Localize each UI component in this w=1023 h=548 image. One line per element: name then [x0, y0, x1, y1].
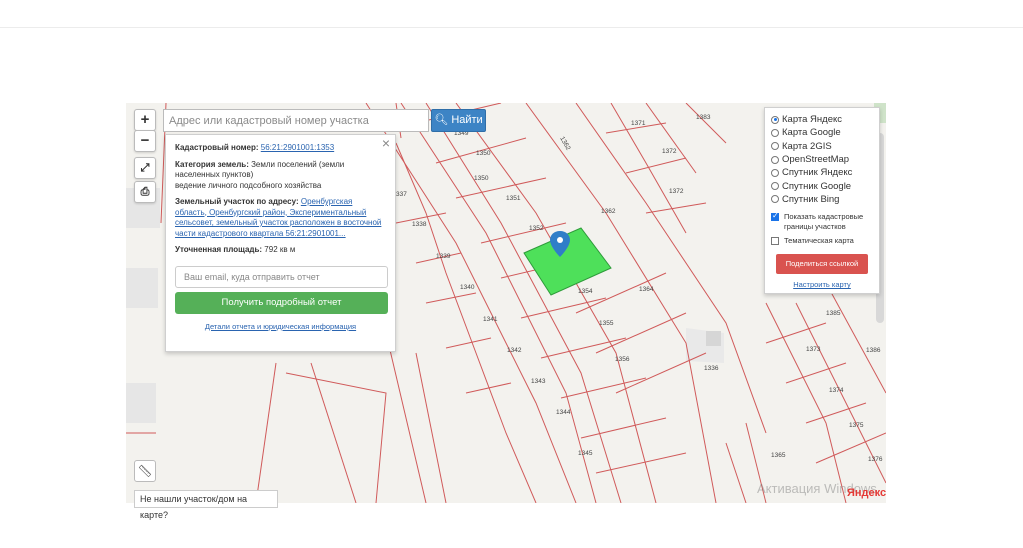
show-boundaries-checkbox-row[interactable]: Показать кадастровые границы участков: [771, 211, 873, 232]
layer-option-yandex-map[interactable]: Карта Яндекс: [771, 113, 873, 126]
svg-text:1345: 1345: [578, 450, 593, 457]
svg-text:1352: 1352: [529, 225, 544, 232]
address-label: Земельный участок по адресу:: [175, 197, 299, 206]
search-button[interactable]: 🔍︎ Найти: [431, 109, 486, 132]
show-boundaries-label: Показать кадастровые границы участков: [784, 212, 864, 232]
search-icon: 🔍︎: [434, 114, 449, 126]
layer-label: Спутник Google: [782, 180, 852, 192]
svg-text:1362: 1362: [601, 208, 616, 215]
layer-label: Карта Яндекс: [782, 114, 843, 126]
svg-text:1336: 1336: [704, 365, 719, 372]
layer-label: Карта 2GIS: [782, 140, 832, 152]
svg-text:1355: 1355: [599, 320, 614, 327]
layer-option-bing-satellite[interactable]: Спутник Bing: [771, 193, 873, 206]
expand-icon: ⤢: [140, 162, 150, 174]
svg-text:1354: 1354: [578, 288, 593, 295]
svg-text:1350: 1350: [476, 150, 491, 157]
svg-text:1371: 1371: [631, 120, 646, 127]
svg-text:1342: 1342: [507, 347, 522, 354]
browser-top-bar: [0, 0, 1023, 28]
svg-text:1373: 1373: [806, 346, 821, 353]
svg-text:1341: 1341: [483, 316, 498, 323]
layer-option-google-satellite[interactable]: Спутник Google: [771, 179, 873, 192]
radio-icon[interactable]: [771, 142, 779, 151]
layer-label: Карта Google: [782, 127, 841, 139]
svg-text:1339: 1339: [436, 253, 451, 260]
email-field[interactable]: [175, 265, 388, 288]
cadastral-number-label: Кадастровый номер:: [175, 143, 259, 152]
fullscreen-button[interactable]: ⤢: [134, 157, 156, 179]
layer-label: Спутник Яндекс: [782, 167, 853, 179]
report-details-link[interactable]: Детали отчета и юридическая информация: [175, 322, 386, 333]
svg-text:1385: 1385: [826, 310, 841, 317]
svg-text:1343: 1343: [531, 378, 546, 385]
parcel-info-panel: × Кадастровый номер: 56:21:2901001:1353 …: [165, 134, 396, 352]
radio-icon[interactable]: [771, 155, 779, 164]
svg-text:1374: 1374: [829, 387, 844, 394]
checkbox-icon[interactable]: [771, 211, 779, 222]
cadastral-number-row: Кадастровый номер: 56:21:2901001:1353: [175, 143, 386, 154]
svg-text:1364: 1364: [639, 286, 654, 293]
setup-map-link[interactable]: Настроить карту: [771, 280, 873, 289]
thematic-map-checkbox-row[interactable]: Тематическая карта: [771, 236, 873, 246]
ruler-icon: 📏︎: [137, 464, 153, 478]
land-category-row: Категория земель: Земли поселений (земли…: [175, 160, 386, 192]
search-bar: [163, 109, 429, 132]
radio-icon[interactable]: [771, 115, 779, 124]
layer-option-google-map[interactable]: Карта Google: [771, 126, 873, 139]
area-label: Уточненная площадь:: [175, 245, 263, 254]
svg-text:1372: 1372: [669, 188, 684, 195]
search-button-label: Найти: [451, 114, 483, 126]
cadastral-number-link[interactable]: 56:21:2901001:1353: [261, 143, 334, 152]
get-report-button[interactable]: Получить подробный отчет: [175, 291, 388, 314]
zoom-in-button[interactable]: +: [134, 109, 156, 131]
yandex-logo-text: Яндекс: [847, 487, 887, 499]
layer-option-2gis-map[interactable]: Карта 2GIS: [771, 140, 873, 153]
close-icon[interactable]: ×: [382, 136, 390, 149]
share-link-button[interactable]: Поделиться ссылкой: [776, 254, 868, 275]
svg-text:1340: 1340: [460, 284, 475, 291]
svg-text:1338: 1338: [412, 221, 427, 228]
svg-text:1351: 1351: [506, 195, 521, 202]
layer-label: Спутник Bing: [782, 193, 840, 205]
area-value: 792 кв м: [264, 245, 296, 254]
print-icon: ⎙: [140, 186, 150, 198]
svg-text:1386: 1386: [866, 347, 881, 354]
area-row: Уточненная площадь: 792 кв м: [175, 245, 386, 256]
land-use-value: ведение личного подсобного хозяйства: [175, 180, 322, 190]
layer-option-osm[interactable]: OpenStreetMap: [771, 153, 873, 166]
svg-text:337: 337: [396, 191, 407, 198]
svg-text:1350: 1350: [474, 175, 489, 182]
svg-text:1356: 1356: [615, 356, 630, 363]
address-row: Земельный участок по адресу: Оренбургска…: [175, 197, 386, 239]
svg-text:1376: 1376: [868, 456, 883, 463]
radio-icon[interactable]: [771, 128, 779, 137]
svg-text:1375: 1375: [849, 422, 864, 429]
ruler-button[interactable]: 📏︎: [134, 460, 156, 482]
svg-text:1344: 1344: [556, 409, 571, 416]
svg-text:1372: 1372: [662, 148, 677, 155]
thematic-map-label: Тематическая карта: [784, 236, 854, 246]
layer-option-yandex-satellite[interactable]: Спутник Яндекс: [771, 166, 873, 179]
map-layers-panel: Карта Яндекс Карта Google Карта 2GIS Ope…: [764, 107, 880, 294]
svg-text:1383: 1383: [696, 114, 711, 121]
radio-icon[interactable]: [771, 182, 779, 191]
land-category-label: Категория земель:: [175, 159, 249, 169]
zoom-out-button[interactable]: −: [134, 130, 156, 152]
radio-icon[interactable]: [771, 168, 779, 177]
layer-label: OpenStreetMap: [782, 154, 850, 166]
yandex-logo: Яндекс: [847, 487, 886, 499]
search-input[interactable]: [163, 109, 429, 132]
print-button[interactable]: ⎙: [134, 181, 156, 203]
checkbox-icon[interactable]: [771, 237, 779, 246]
svg-text:1365: 1365: [771, 452, 786, 459]
not-found-button[interactable]: Не нашли участок/дом на карте?: [134, 490, 278, 520]
radio-icon[interactable]: [771, 195, 779, 204]
